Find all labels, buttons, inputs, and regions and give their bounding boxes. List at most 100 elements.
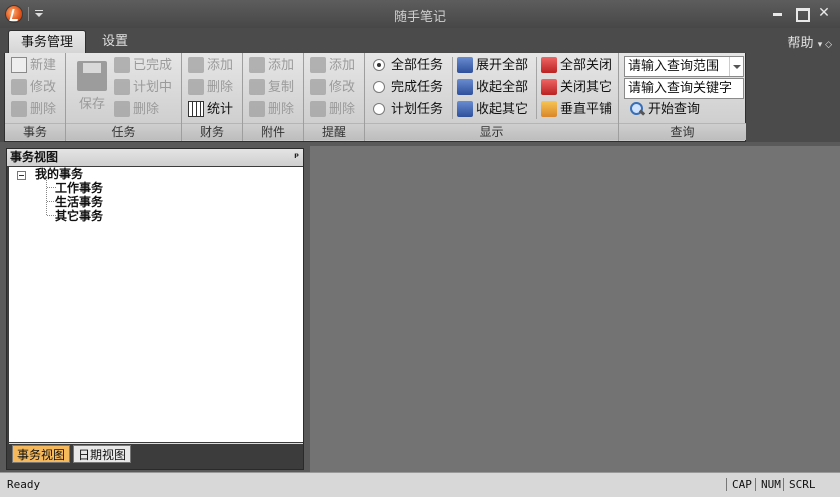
expand-all-button[interactable]: 展开全部	[457, 56, 528, 76]
tree-node-root[interactable]: 我的事务	[35, 167, 83, 181]
radio-planned-tasks[interactable]: 计划任务	[373, 100, 443, 120]
tree-node-work[interactable]: 工作事务	[55, 181, 103, 195]
delete-icon	[11, 100, 27, 117]
delete-icon	[188, 78, 204, 95]
panel-title: 事务视图 ᵖ	[7, 149, 303, 166]
group-label-reminders: 提醒	[304, 123, 364, 140]
save-disk-icon	[77, 61, 107, 91]
panel-tabs: 事务视图 日期视图	[9, 443, 303, 469]
group-tasks: 保存 已完成 计划中 删除 任务	[66, 53, 182, 141]
new-document-icon	[11, 56, 27, 73]
finance-statistics-button[interactable]: 统计	[188, 100, 233, 120]
attachment-copy-button[interactable]: 复制	[249, 78, 294, 98]
edit-icon	[11, 78, 27, 95]
pin-icon[interactable]: ᵖ	[294, 149, 299, 166]
new-affair-button[interactable]: 新建	[11, 56, 56, 76]
window-title: 随手笔记	[393, 10, 446, 25]
flag-icon	[114, 56, 130, 73]
tree-node-other[interactable]: 其它事务	[55, 209, 103, 223]
radio-all-tasks[interactable]: 全部任务	[373, 56, 443, 76]
close-all-button[interactable]: 全部关闭	[541, 56, 612, 76]
affairs-view-panel: 事务视图 ᵖ 我的事务 工作事务 生活事务 其它事务 事务视图 日期视图	[6, 148, 304, 470]
collapse-icon[interactable]	[17, 171, 26, 180]
status-bar: Ready CAP NUM SCRL	[0, 472, 840, 497]
close-button[interactable]: ✕	[815, 6, 833, 21]
group-reminders: 添加 修改 删除 提醒	[304, 53, 365, 141]
maximize-button[interactable]	[793, 6, 811, 22]
collapse-all-button[interactable]: 收起全部	[457, 78, 528, 98]
reminder-delete-button[interactable]: 删除	[310, 100, 355, 120]
tile-icon	[541, 100, 557, 117]
tile-vertical-button[interactable]: 垂直平铺	[541, 100, 612, 120]
save-button[interactable]: 保存	[75, 61, 109, 119]
group-attachments: 添加 复制 删除 附件	[243, 53, 304, 141]
close-others-icon	[541, 78, 557, 95]
display-divider	[536, 57, 537, 119]
group-display: 全部任务 完成任务 计划任务 展开全部 收起全部 收起其它 全部关闭 关闭其它 …	[365, 53, 619, 141]
tab-task-management[interactable]: 事务管理	[8, 30, 87, 54]
group-label-attachments: 附件	[243, 123, 303, 140]
caps-indicator: CAP	[726, 478, 752, 491]
finance-add-button[interactable]: 添加	[188, 56, 233, 76]
edit-affair-button[interactable]: 修改	[11, 78, 56, 98]
chevron-down-icon[interactable]	[729, 57, 743, 76]
group-label-tasks: 任务	[66, 123, 181, 140]
group-label-display: 显示	[365, 123, 618, 140]
title-bar: 随手笔记 ✕	[0, 0, 840, 28]
delete-icon	[249, 100, 265, 117]
group-label-affairs: 事务	[5, 123, 65, 140]
group-label-query: 查询	[619, 123, 746, 140]
clock-icon	[310, 56, 326, 73]
attachment-delete-button[interactable]: 删除	[249, 100, 294, 120]
close-all-icon	[541, 56, 557, 73]
clock-delete-icon	[310, 100, 326, 117]
task-completed-button[interactable]: 已完成	[114, 56, 172, 76]
radio-icon	[373, 80, 385, 93]
delete-icon	[114, 100, 130, 117]
dollar-icon	[188, 56, 204, 73]
attachment-add-button[interactable]: 添加	[249, 56, 294, 76]
tab-date-view[interactable]: 日期视图	[73, 445, 132, 463]
tree-node-life[interactable]: 生活事务	[55, 195, 103, 209]
help-label: 帮助	[787, 36, 814, 51]
calculator-icon	[188, 100, 204, 117]
radio-selected-icon	[373, 58, 385, 71]
delete-affair-button[interactable]: 删除	[11, 100, 56, 120]
group-finance: 添加 删除 统计 财务	[182, 53, 243, 141]
num-indicator: NUM	[755, 478, 781, 491]
radio-icon	[373, 102, 385, 115]
expand-all-icon	[457, 56, 473, 73]
group-affairs: 新建 修改 删除 事务	[5, 53, 66, 141]
copy-icon	[249, 78, 265, 95]
flag-outline-icon	[114, 78, 130, 95]
clock-edit-icon	[310, 78, 326, 95]
query-range-combo[interactable]: 请输入查询范围	[624, 56, 744, 77]
radio-completed-tasks[interactable]: 完成任务	[373, 78, 443, 98]
display-divider	[452, 57, 453, 119]
reminder-edit-button[interactable]: 修改	[310, 78, 355, 98]
attach-add-icon	[249, 56, 265, 73]
collapse-others-button[interactable]: 收起其它	[457, 100, 528, 120]
status-text: Ready	[7, 478, 41, 491]
help-options-icon: ▾ ◇	[817, 40, 832, 50]
start-search-button[interactable]: 开始查询	[629, 100, 700, 120]
scroll-indicator: SCRL	[783, 478, 816, 491]
ribbon-tabs: 事务管理 设置 帮助 ▾ ◇	[0, 28, 840, 54]
tab-affairs-view[interactable]: 事务视图	[12, 445, 71, 463]
affairs-tree: 我的事务 工作事务 生活事务 其它事务	[9, 167, 303, 442]
collapse-others-icon	[457, 100, 473, 117]
query-keyword-field[interactable]: 请输入查询关键字	[624, 78, 744, 99]
tree-line	[46, 180, 47, 215]
close-others-button[interactable]: 关闭其它	[541, 78, 612, 98]
help-menu[interactable]: 帮助 ▾ ◇	[788, 32, 832, 51]
tab-settings[interactable]: 设置	[90, 30, 140, 54]
reminder-add-button[interactable]: 添加	[310, 56, 355, 76]
task-planned-button[interactable]: 计划中	[114, 78, 172, 98]
document-workspace[interactable]	[310, 146, 840, 472]
search-icon	[629, 101, 645, 117]
group-label-finance: 财务	[182, 123, 242, 140]
minimize-button[interactable]	[769, 6, 787, 21]
finance-delete-button[interactable]: 删除	[188, 78, 233, 98]
task-delete-button[interactable]: 删除	[114, 100, 159, 120]
collapse-all-icon	[457, 78, 473, 95]
